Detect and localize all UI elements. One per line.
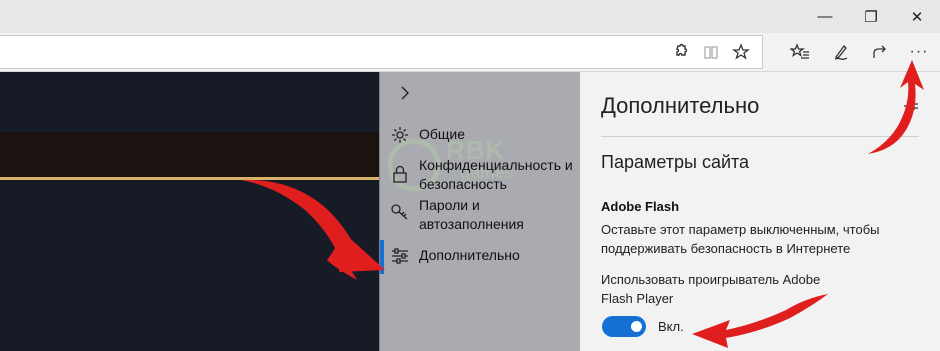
toggle-knob	[631, 321, 642, 332]
settings-detail-pane: Дополнительно Параметры сайта Adobe Flas…	[580, 72, 940, 351]
favorites-hub-icon[interactable]	[787, 39, 813, 65]
settings-nav-pane: RBK games Общие Конфиденциальность и без…	[379, 72, 580, 351]
chevron-right-icon[interactable]	[394, 82, 416, 104]
restore-button[interactable]: ❐	[848, 0, 894, 33]
section-title: Параметры сайта	[601, 152, 750, 172]
sliders-icon	[390, 246, 410, 266]
web-page-content	[0, 72, 379, 351]
divider	[601, 136, 919, 137]
favorite-star-icon[interactable]	[728, 39, 754, 65]
share-icon[interactable]	[867, 39, 893, 65]
page-title: Дополнительно	[601, 93, 760, 118]
lock-icon	[390, 164, 410, 184]
more-icon[interactable]: ···	[906, 39, 932, 65]
sidebar-item-label: Общие	[419, 126, 466, 142]
close-icon: ✕	[910, 8, 924, 26]
title-bar: — ❐ ✕	[0, 0, 940, 33]
page-header-band	[0, 132, 379, 177]
sidebar-item-label: Конфиденциальность и безопасность	[419, 157, 573, 192]
pin-icon[interactable]	[900, 96, 920, 116]
toggle-state-label: Вкл.	[658, 319, 684, 334]
minimize-icon: —	[817, 8, 833, 25]
page-accent-line	[0, 177, 379, 180]
flash-player-label: Использовать проигрыватель Adobe Flash P…	[601, 272, 821, 306]
sidebar-item-label: Пароли и автозаполнения	[419, 197, 524, 232]
address-bar[interactable]	[0, 35, 763, 69]
pen-icon[interactable]	[828, 39, 854, 65]
restore-icon: ❐	[864, 8, 878, 26]
more-glyph: ···	[909, 43, 929, 60]
gear-icon	[390, 125, 410, 145]
flash-setting-title: Adobe Flash	[601, 199, 680, 214]
sidebar-item-label: Дополнительно	[419, 247, 520, 263]
reading-view-icon[interactable]	[698, 39, 724, 65]
minimize-button[interactable]: —	[802, 0, 848, 33]
flash-player-toggle[interactable]	[602, 316, 646, 337]
flash-setting-description: Оставьте этот параметр выключенным, чтоб…	[601, 222, 880, 256]
close-button[interactable]: ✕	[894, 0, 940, 33]
key-icon	[390, 202, 410, 222]
extension-icon[interactable]	[668, 39, 694, 65]
navigation-bar: ···	[0, 33, 940, 72]
